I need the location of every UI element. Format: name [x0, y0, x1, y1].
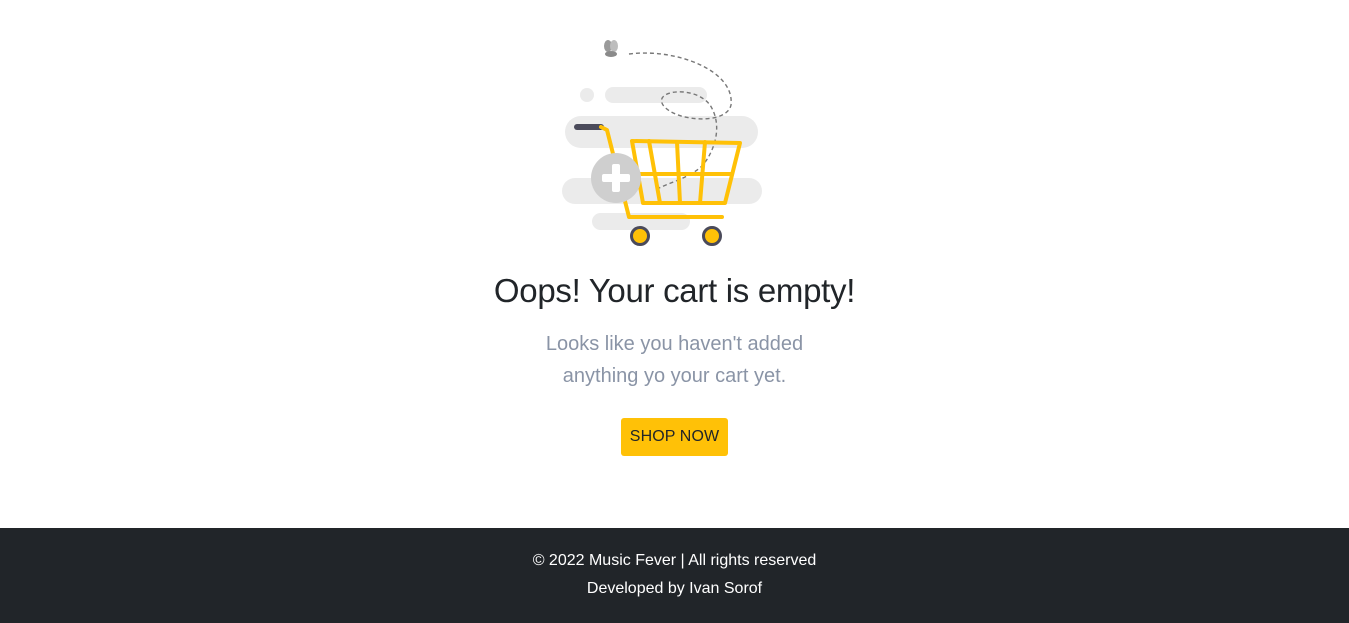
shop-now-button[interactable]: SHOP NOW [621, 418, 728, 456]
empty-cart-title: Oops! Your cart is empty! [493, 272, 856, 309]
empty-cart-message: Looks like you haven't added anything yo… [0, 328, 1349, 392]
empty-cart-message-line1: Looks like you haven't added [545, 333, 804, 355]
main-content: Oops! Your cart is empty! Looks like you… [0, 0, 1349, 528]
cart-wheel-left [630, 226, 650, 246]
footer: © 2022 Music Fever | All rights reserved… [0, 528, 1349, 623]
cloud-shapes [562, 87, 762, 230]
footer-copyright: © 2022 Music Fever | All rights reserved [532, 552, 817, 569]
plus-icon [591, 153, 641, 203]
empty-cart-illustration [545, 30, 775, 255]
cart-wheel-right [702, 226, 722, 246]
footer-credit: Developed by Ivan Sorof [586, 580, 763, 597]
butterfly-icon [604, 40, 618, 57]
empty-cart-message-line2: anything yo your cart yet. [562, 365, 787, 387]
